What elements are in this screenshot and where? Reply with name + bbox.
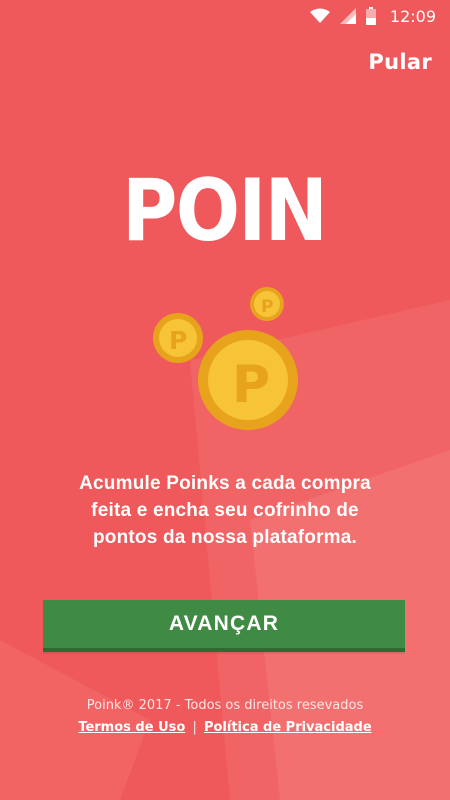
message-line: Acumule Poinks a cada compra <box>79 473 371 494</box>
skip-button[interactable]: Pular <box>368 50 432 74</box>
svg-text:P: P <box>261 297 273 317</box>
footer: Poink® 2017 - Todos os direitos resevado… <box>0 695 450 739</box>
footer-separator: | <box>192 720 197 735</box>
logo-text: POINK! <box>122 162 328 252</box>
cell-signal-icon <box>339 8 356 24</box>
terms-link[interactable]: Termos de Uso <box>78 720 185 735</box>
status-bar: 12:09 <box>0 0 450 32</box>
message-line: feita e encha seu cofrinho de <box>91 500 359 521</box>
message-line: pontos da nossa plataforma. <box>92 527 358 548</box>
advance-button[interactable]: AVANÇAR <box>43 600 405 652</box>
privacy-link[interactable]: Política de Privacidade <box>204 720 372 735</box>
battery-icon <box>365 7 376 25</box>
coin-large-icon: P <box>198 330 298 430</box>
coin-small-icon: P <box>250 287 284 321</box>
svg-text:P: P <box>232 355 270 415</box>
status-time: 12:09 <box>389 6 436 26</box>
svg-text:P: P <box>169 326 187 355</box>
coin-medium-icon: P <box>153 313 203 363</box>
poink-logo: POINK! <box>122 161 418 261</box>
onboarding-message: Acumule Poinks a cada compra feita e enc… <box>30 470 420 551</box>
coins-illustration: P P P <box>153 287 298 430</box>
wifi-icon <box>309 8 330 24</box>
copyright-text: Poink® 2017 - Todos os direitos resevado… <box>86 698 364 713</box>
